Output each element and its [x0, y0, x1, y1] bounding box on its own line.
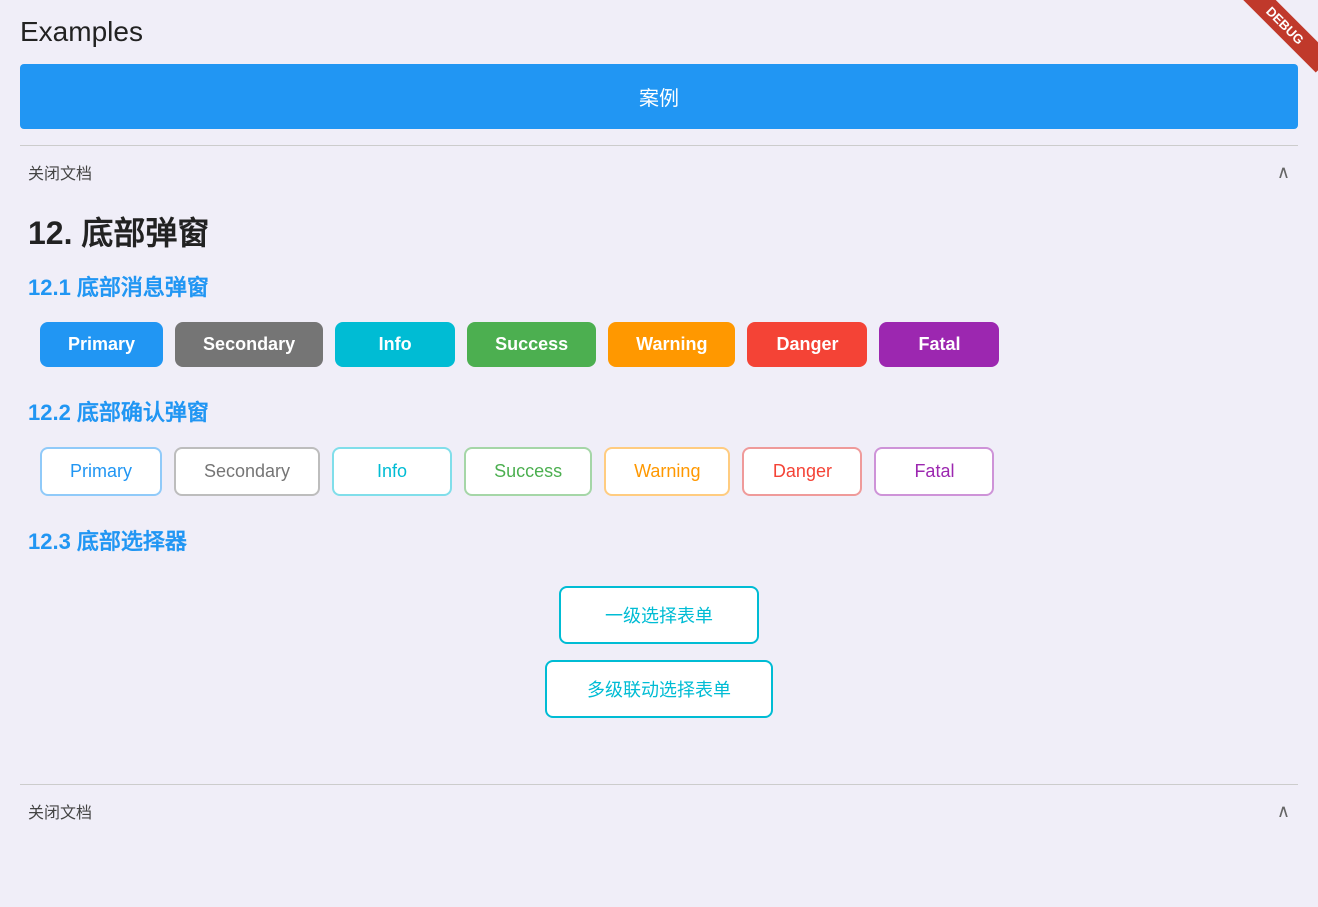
selector-area: 一级选择表单 多级联动选择表单	[28, 576, 1290, 744]
btn-outline-primary[interactable]: Primary	[40, 447, 162, 496]
bottom-close-label: 关闭文档	[28, 799, 92, 823]
subsection-2-title: 12.2 底部确认弹窗	[28, 395, 1290, 427]
btn-solid-secondary[interactable]: Secondary	[175, 322, 323, 367]
btn-solid-primary[interactable]: Primary	[40, 322, 163, 367]
btn-solid-info[interactable]: Info	[335, 322, 455, 367]
btn-outline-danger[interactable]: Danger	[742, 447, 862, 496]
btn-solid-warning[interactable]: Warning	[608, 322, 735, 367]
btn-outline-secondary[interactable]: Secondary	[174, 447, 320, 496]
btn-outline-fatal[interactable]: Fatal	[874, 447, 994, 496]
main-section-title: 12. 底部弹窗	[28, 208, 1290, 254]
btn-selector-1[interactable]: 一级选择表单	[559, 586, 759, 644]
btn-outline-success[interactable]: Success	[464, 447, 592, 496]
bottom-section-header[interactable]: 关闭文档 ∧	[20, 785, 1298, 837]
btn-outline-warning[interactable]: Warning	[604, 447, 730, 496]
btn-solid-success[interactable]: Success	[467, 322, 596, 367]
page-title: Examples	[20, 16, 1298, 48]
btn-outline-info[interactable]: Info	[332, 447, 452, 496]
top-section-header[interactable]: 关闭文档 ∧	[20, 146, 1298, 198]
btn-solid-danger[interactable]: Danger	[747, 322, 867, 367]
subsection-2-btn-row: Primary Secondary Info Success Warning D…	[28, 447, 1290, 496]
subsection-1-title: 12.1 底部消息弹窗	[28, 270, 1290, 302]
btn-selector-2[interactable]: 多级联动选择表单	[545, 660, 773, 718]
subsection-1-btn-row: Primary Secondary Info Success Warning D…	[28, 322, 1290, 367]
top-chevron-icon: ∧	[1277, 162, 1290, 183]
btn-solid-fatal[interactable]: Fatal	[879, 322, 999, 367]
bottom-chevron-icon: ∧	[1277, 801, 1290, 822]
main-content: 12. 底部弹窗 12.1 底部消息弹窗 Primary Secondary I…	[20, 198, 1298, 764]
banner: 案例	[20, 64, 1298, 129]
subsection-3-title: 12.3 底部选择器	[28, 524, 1290, 556]
top-close-label: 关闭文档	[28, 160, 92, 184]
